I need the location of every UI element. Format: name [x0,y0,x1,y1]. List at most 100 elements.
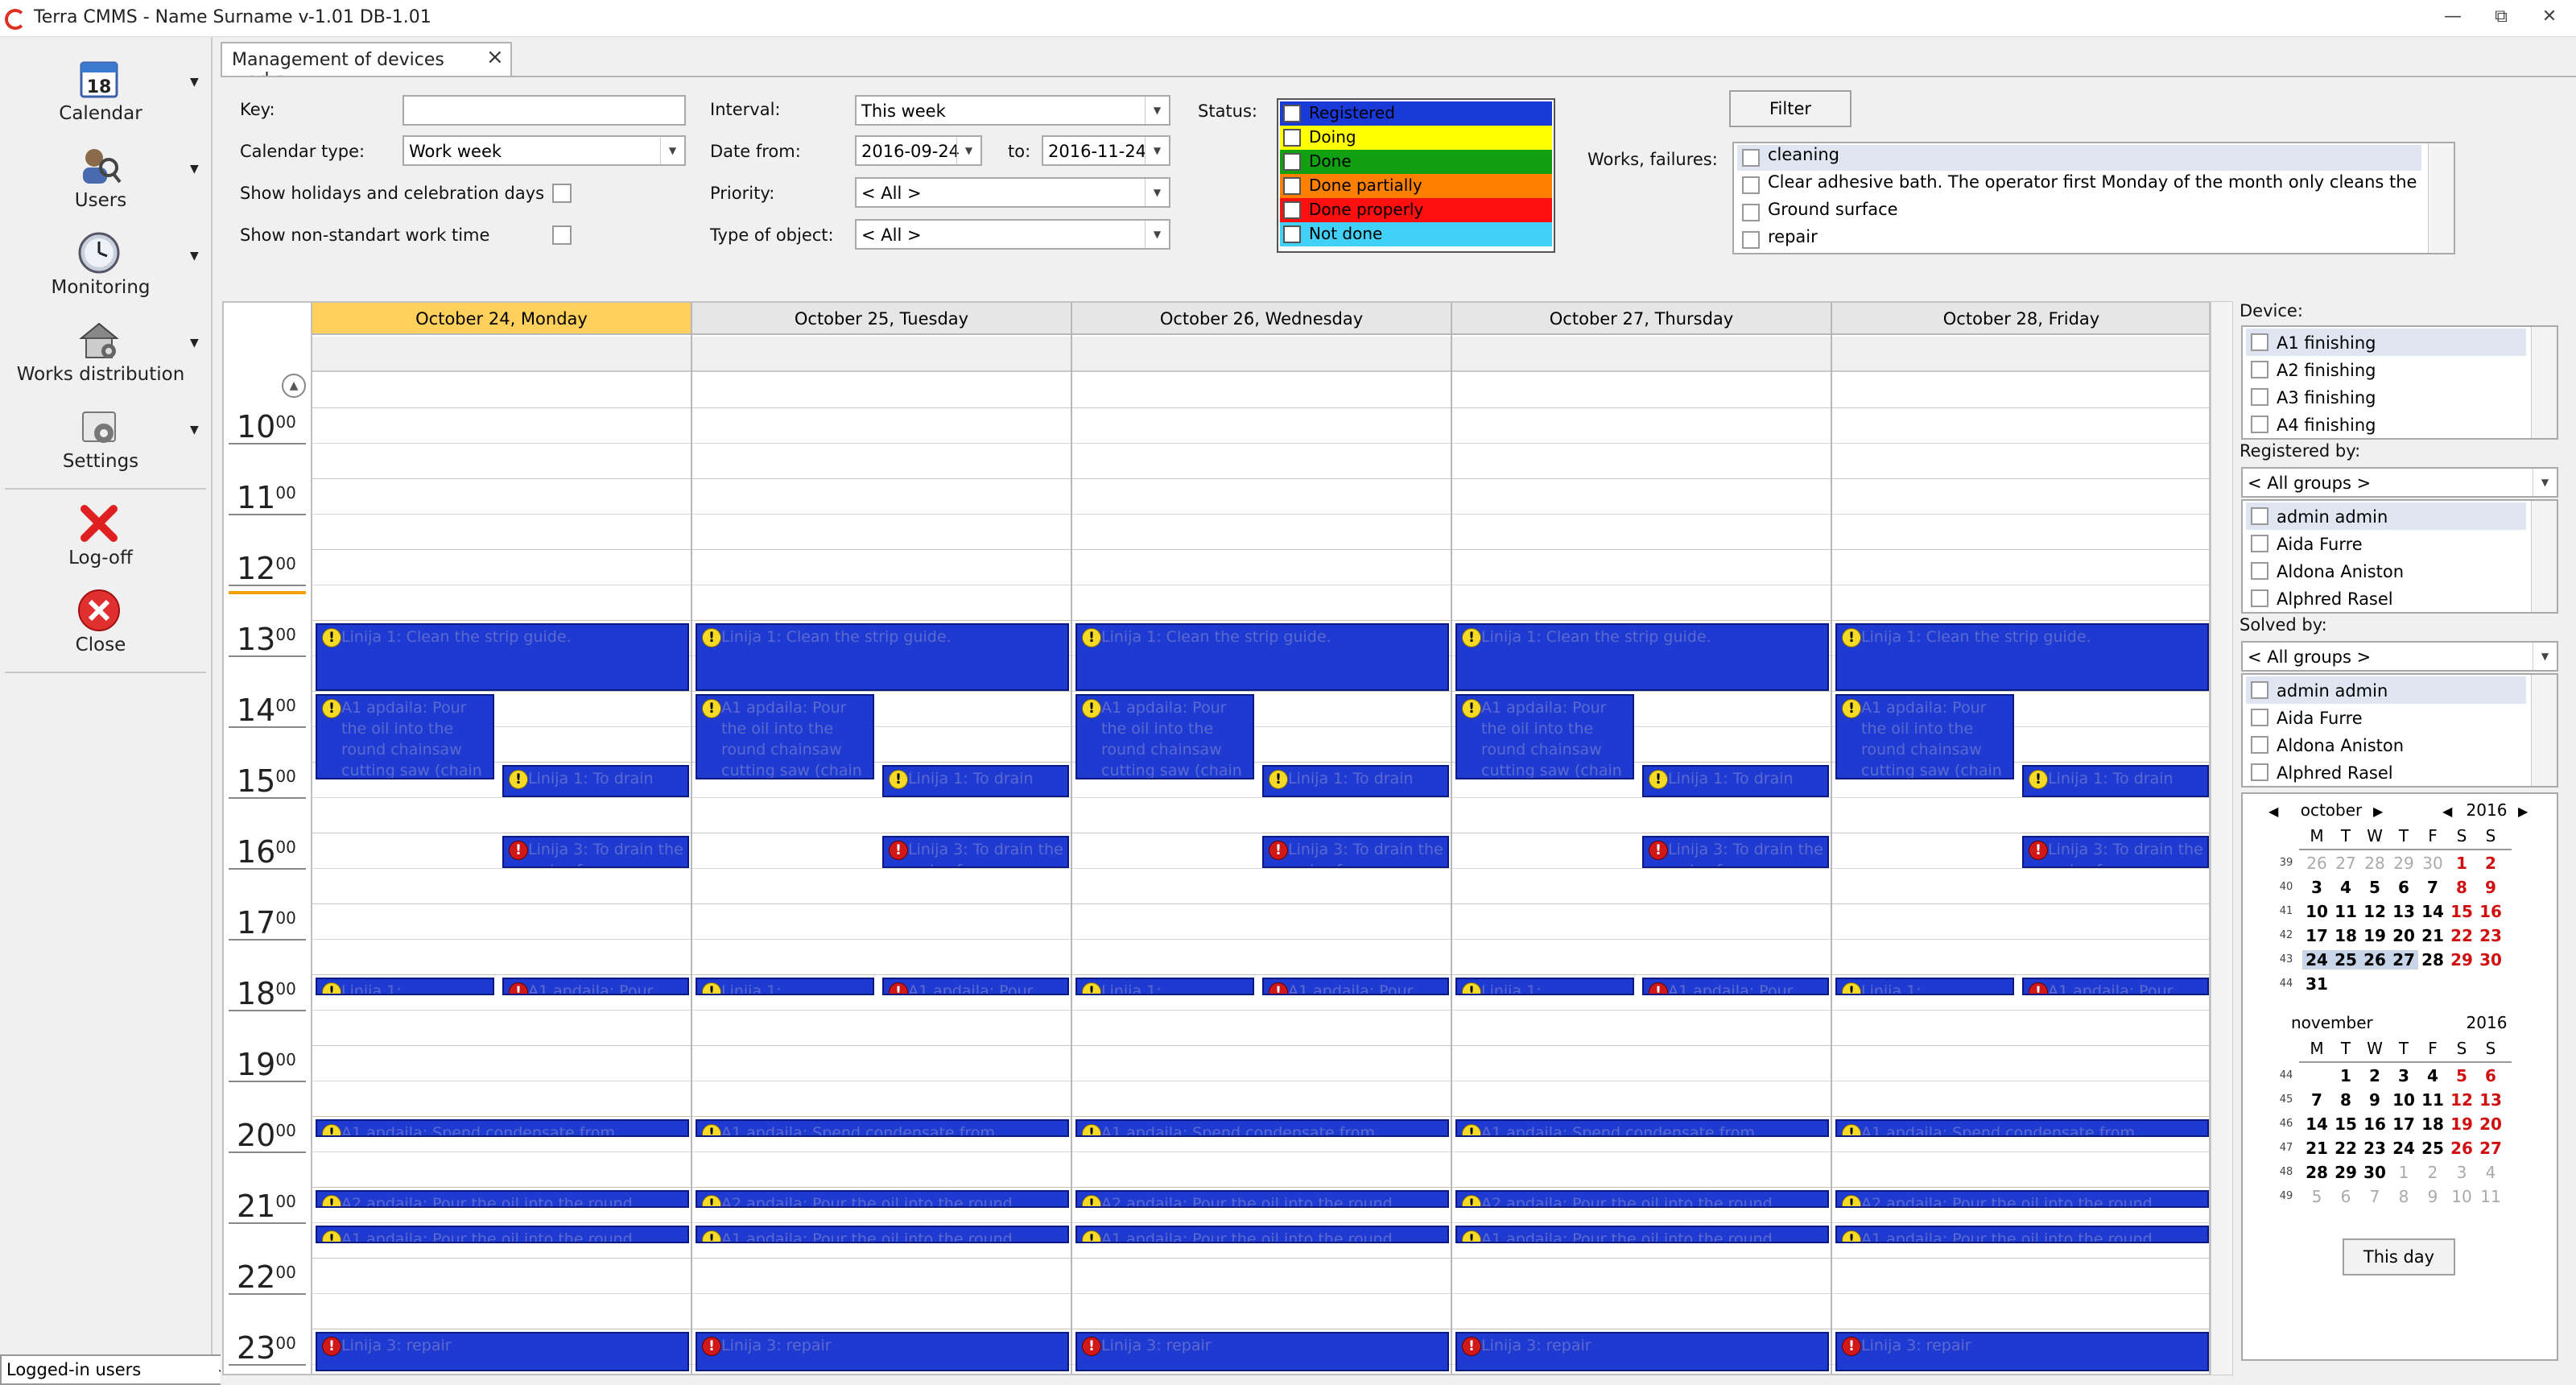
day-header[interactable]: October 27, Thursday [1452,303,1832,335]
status-doing[interactable]: Doing [1280,126,1552,150]
calendar-event[interactable]: ! Linija 1: To drain [1262,765,1449,797]
calendar-day[interactable]: 12 [2360,902,2389,921]
calendar-day[interactable]: 8 [2389,1187,2418,1206]
calendar-event[interactable]: ! A1 apdaila: Pour the oil into the round [696,1226,1069,1244]
calendar-event[interactable]: ! Linija 1: [1075,978,1254,996]
calendar-event[interactable]: !Linija 3: To drain the water from [2022,836,2209,868]
all-day-cell[interactable] [692,337,1072,372]
calendar-day[interactable]: 18 [2331,926,2360,945]
calendar-day[interactable]: 10 [2302,902,2331,921]
calendar-day[interactable]: 3 [2389,1066,2418,1085]
person-checkbox[interactable] [2251,736,2268,754]
device-item[interactable]: A2 finishing [2246,356,2526,383]
calendar-day[interactable]: 20 [2476,1114,2505,1134]
calendar-event[interactable]: ! Linija 3: repair [1835,1332,2209,1371]
calendar-day[interactable]: 30 [2418,854,2447,873]
calendar-day[interactable]: 27 [2389,950,2418,970]
calendar-day[interactable]: 19 [2447,1114,2476,1134]
sidebar-item-users[interactable]: Users ▼ [0,135,201,219]
calendar-event[interactable]: ! A1 apdaila: Pour the oil into the round… [1835,694,2014,779]
person-item[interactable]: Aldona Aniston [2246,731,2526,759]
calendar-day[interactable]: 1 [2331,1066,2360,1085]
calendar-event[interactable]: ! Linija 1: [316,978,494,996]
calendar-event[interactable]: ! A1 apdaila: Pour the oil into the round… [1455,694,1634,779]
person-checkbox[interactable] [2251,709,2268,726]
calendar-event[interactable]: ! A1 apdaila: Pour [1642,978,1829,996]
sidebar-item-calendar[interactable]: 18 Calendar ▼ [0,48,201,132]
device-item[interactable]: A4 finishing [2246,411,2526,438]
calendar-day[interactable]: 1 [2389,1163,2418,1182]
device-checkbox[interactable] [2251,388,2268,406]
calendar-day[interactable]: 6 [2476,1066,2505,1085]
solved-group-select[interactable]: < All groups > ▼ [2241,641,2558,672]
day-header[interactable]: October 28, Friday [1832,303,2209,335]
calendar-day[interactable]: 23 [2360,1139,2389,1158]
calendar-event[interactable]: ! Linija 1: Clean the strip guide. [1455,623,1829,691]
registered-scrollbar[interactable] [2531,501,2557,612]
calendar-day[interactable]: 17 [2302,926,2331,945]
calendar-event[interactable]: ! A1 apdaila: Pour the oil into the round [1835,1226,2209,1244]
calendar-day[interactable]: 5 [2302,1187,2331,1206]
calendar-day[interactable]: 2 [2360,1066,2389,1085]
calendar-event[interactable]: ! Linija 3: repair [1455,1332,1829,1371]
calendar-day[interactable]: 3 [2302,878,2331,897]
calendar-event[interactable]: ! A2 apdaila: Pour the oil into the round [1835,1190,2209,1209]
calendar-event[interactable]: ! A1 apdaila: Pour the oil into the round [1455,1226,1829,1244]
calendar-day[interactable]: 28 [2360,854,2389,873]
calendar-day[interactable]: 31 [2302,974,2331,994]
calendar-day[interactable]: 7 [2360,1187,2389,1206]
calendar-day[interactable]: 11 [2476,1187,2505,1206]
calendar-event[interactable]: ! A2 apdaila: Pour the oil into the round [316,1190,689,1209]
calendar-scrollbar[interactable] [2211,301,2233,1375]
next-month-icon[interactable]: ▶ [2373,804,2383,819]
tab-management-of-devices-works[interactable]: Management of devices works [221,42,512,90]
solved-scrollbar[interactable] [2531,675,2557,786]
status-done[interactable]: Done [1280,150,1552,174]
calendar-day[interactable]: 2 [2476,854,2505,873]
all-day-cell[interactable] [312,337,692,372]
calendar-day[interactable]: 19 [2360,926,2389,945]
chevron-down-icon[interactable]: ▼ [190,337,199,349]
calendar-day[interactable]: 30 [2476,950,2505,970]
person-checkbox[interactable] [2251,507,2268,525]
device-checkbox[interactable] [2251,361,2268,378]
calendar-day[interactable]: 13 [2389,902,2418,921]
work-checkbox[interactable] [1742,204,1760,221]
calendar-day[interactable]: 28 [2418,950,2447,970]
status-checkbox[interactable] [1283,201,1301,219]
person-item[interactable]: Aldona Aniston [2246,557,2526,585]
calendar-day[interactable]: 2 [2418,1163,2447,1182]
calendar-day[interactable]: 25 [2418,1139,2447,1158]
person-checkbox[interactable] [2251,589,2268,607]
calendar-day[interactable]: 16 [2476,902,2505,921]
calendar-day[interactable]: 21 [2302,1139,2331,1158]
calendar-day[interactable]: 9 [2476,878,2505,897]
calendar-day[interactable]: 24 [2389,1139,2418,1158]
calendar-event[interactable]: ! A2 apdaila: Pour the oil into the round [696,1190,1069,1209]
calendar-day[interactable]: 5 [2360,878,2389,897]
calendar-day[interactable]: 8 [2447,878,2476,897]
calendar-day[interactable]: 14 [2302,1114,2331,1134]
calendar-day[interactable]: 26 [2360,950,2389,970]
calendar-event[interactable]: ! Linija 1: [1835,978,2014,996]
calendar-event[interactable]: ! Linija 1: Clean the strip guide. [316,623,689,691]
calendar-event[interactable]: ! Linija 1: To drain [502,765,689,797]
scroll-up-icon[interactable]: ▲ [282,374,306,398]
all-day-cell[interactable] [1072,337,1452,372]
calendar-event[interactable]: ! A1 apdaila: Spend condensate from [1075,1119,1449,1138]
calendar-day[interactable]: 13 [2476,1090,2505,1110]
device-checkbox[interactable] [2251,416,2268,433]
list-item[interactable]: Ground surface [1737,200,2421,225]
person-item[interactable]: Alphred Rasel [2246,759,2526,786]
priority-select[interactable]: < All > ▼ [855,177,1170,208]
work-checkbox[interactable] [1742,149,1760,167]
sidebar-item-monitoring[interactable]: Monitoring ▼ [0,222,201,306]
works-scrollbar[interactable] [2428,143,2454,253]
day-header[interactable]: October 25, Tuesday [692,303,1072,335]
device-item[interactable]: A1 finishing [2246,329,2526,356]
calendar-event[interactable]: ! A1 apdaila: Spend condensate from [316,1119,689,1138]
calendar-event[interactable]: ! Linija 1: To drain [882,765,1069,797]
list-item[interactable]: cleaning [1737,145,2421,171]
calendar-event[interactable]: ! A1 apdaila: Pour [2022,978,2209,996]
calendar-event[interactable]: ! A2 apdaila: Pour the oil into the round [1455,1190,1829,1209]
